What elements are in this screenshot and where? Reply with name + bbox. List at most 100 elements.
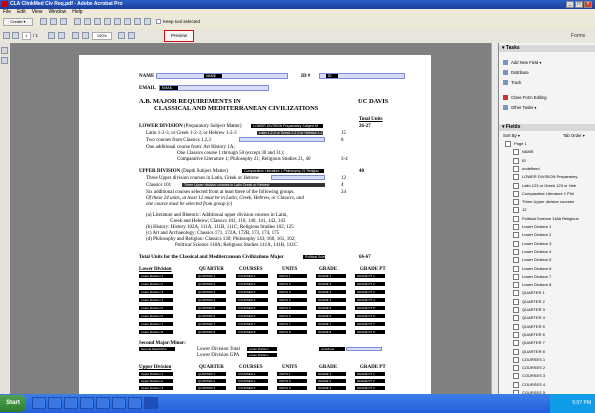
- lower-quarter-field[interactable]: QUARTER 1: [196, 274, 226, 278]
- dropdown-tool-icon[interactable]: [114, 18, 121, 25]
- lower-units-field[interactable]: UNITS 4: [277, 298, 307, 302]
- lower-quarter-field[interactable]: QUARTER 4: [196, 298, 226, 302]
- button-tool-icon[interactable]: [124, 18, 131, 25]
- classics-101-field[interactable]: Three Upper division courses in Latin Gr…: [182, 183, 325, 187]
- lower-units-field[interactable]: UNITS 5: [277, 306, 307, 310]
- id-field[interactable]: ID: [319, 73, 405, 79]
- lower-grade-field[interactable]: GRADE 6: [316, 314, 346, 318]
- upper-division-field[interactable]: Comparative Literature 1 Philosophy 21 R…: [242, 169, 324, 173]
- lower-gradept-field[interactable]: GRADE PT 8: [355, 330, 385, 334]
- field-list-item[interactable]: COURSES 3: [513, 373, 545, 379]
- field-list-item[interactable]: COURSES 1: [513, 357, 545, 363]
- field-list-item[interactable]: Lower Division 2: [513, 232, 551, 238]
- total-units-field[interactable]: Political Science: [303, 255, 325, 259]
- lower-grade-field[interactable]: GRADE 5: [316, 306, 346, 310]
- lower-division-row-field[interactable]: Lower Division 8: [139, 330, 173, 334]
- digital-signature-icon[interactable]: [134, 18, 141, 25]
- upper-quarter-field[interactable]: QUARTER 1: [196, 372, 226, 376]
- upper-gradept-field[interactable]: GRADE PT 3: [355, 386, 385, 390]
- ld-gpa-field[interactable]: Lower Division: [247, 353, 277, 357]
- upper-units-field[interactable]: UNITS 1: [277, 372, 307, 376]
- page-number-input[interactable]: 1: [22, 32, 31, 40]
- keep-tool-checkbox[interactable]: [156, 19, 161, 24]
- save-icon[interactable]: [50, 18, 57, 25]
- maximize-button[interactable]: □: [575, 1, 583, 8]
- barcode-icon[interactable]: [144, 18, 151, 25]
- field-list-item[interactable]: Comparative Literature 1 Phil: [513, 191, 574, 197]
- upper-grade-field[interactable]: GRADE 1: [316, 372, 346, 376]
- fields-heading[interactable]: ▾ Fields: [499, 124, 595, 131]
- taskbar-app-3[interactable]: [64, 397, 78, 409]
- hand-tool-icon[interactable]: [48, 32, 55, 39]
- field-list-item[interactable]: QUARTER 4: [513, 315, 545, 321]
- print-icon[interactable]: [60, 18, 67, 25]
- upper-quarter-field[interactable]: QUARTER 3: [196, 386, 226, 390]
- lower-grade-field[interactable]: GRADE 8: [316, 330, 346, 334]
- taskbar-app-4[interactable]: [80, 397, 94, 409]
- close-button[interactable]: ×: [584, 1, 592, 8]
- lower-division-row-field[interactable]: Lower Division 4: [139, 298, 173, 302]
- upper-division-row-field[interactable]: Upper Division 1: [139, 372, 173, 376]
- fit-page-icon[interactable]: [118, 32, 125, 39]
- undefined-field[interactable]: undefined: [319, 347, 345, 351]
- latin-field[interactable]: Latin 1-2-3 or Greek 1-2-3 or Hebrew 1-2…: [257, 131, 323, 135]
- lower-gradept-field[interactable]: GRADE PT 1: [355, 274, 385, 278]
- create-button[interactable]: Create ▾: [3, 18, 33, 26]
- lower-grade-field[interactable]: GRADE 4: [316, 298, 346, 302]
- two-courses-field[interactable]: [239, 137, 325, 142]
- start-button[interactable]: Start: [0, 395, 26, 412]
- field-list-item[interactable]: Lower Division 5: [513, 257, 551, 263]
- lower-gradept-field[interactable]: GRADE PT 5: [355, 306, 385, 310]
- field-list-item[interactable]: Political Science 118A Religious: [513, 216, 579, 222]
- upper-division-row-field[interactable]: Upper Division 2: [139, 379, 173, 383]
- lower-quarter-field[interactable]: QUARTER 7: [196, 322, 226, 326]
- lower-courses-field[interactable]: COURSES 8: [236, 330, 268, 334]
- distribute-task[interactable]: Distribute: [503, 70, 529, 76]
- other-tasks-task[interactable]: Other Tasks ▾: [503, 105, 537, 111]
- lower-courses-field[interactable]: COURSES 3: [236, 290, 268, 294]
- field-list-item[interactable]: Lower Division 3: [513, 241, 551, 247]
- sort-by-control[interactable]: Sort By ▾: [503, 133, 520, 138]
- next-page-icon[interactable]: [12, 32, 19, 39]
- field-list-item[interactable]: 12: [513, 207, 526, 213]
- taskbar-app-1[interactable]: [32, 397, 46, 409]
- taskbar-app-6[interactable]: [112, 397, 126, 409]
- field-list-item[interactable]: Lower Division 6: [513, 266, 551, 272]
- zoom-out-icon[interactable]: [72, 32, 79, 39]
- open-icon[interactable]: [40, 18, 47, 25]
- lower-division-row-field[interactable]: Lower Division 6: [139, 314, 173, 318]
- menu-help[interactable]: Help: [69, 9, 85, 16]
- lower-units-field[interactable]: UNITS 8: [277, 330, 307, 334]
- lower-grade-field[interactable]: GRADE 2: [316, 282, 346, 286]
- lower-division-row-field[interactable]: Lower Division 3: [139, 290, 173, 294]
- upper-gradept-field[interactable]: GRADE PT 1: [355, 372, 385, 376]
- lower-courses-field[interactable]: COURSES 7: [236, 322, 268, 326]
- field-list-item[interactable]: ID: [513, 158, 526, 164]
- lower-units-field[interactable]: UNITS 7: [277, 322, 307, 326]
- name-field[interactable]: NAME: [156, 73, 288, 79]
- upper-courses-field[interactable]: COURSES 2: [236, 379, 268, 383]
- field-list-item[interactable]: Page 1: [505, 141, 527, 147]
- field-list-item[interactable]: Lower Division 1: [513, 224, 551, 230]
- lower-quarter-field[interactable]: QUARTER 3: [196, 290, 226, 294]
- menu-file[interactable]: File: [0, 9, 14, 16]
- second-major-field[interactable]: Second MajorMinor: [139, 347, 175, 351]
- field-list-item[interactable]: QUARTER 1: [513, 290, 545, 296]
- field-list-item[interactable]: Lower Division 7: [513, 274, 551, 280]
- lower-courses-field[interactable]: COURSES 1: [236, 274, 268, 278]
- field-list-item[interactable]: Lower Division 4: [513, 249, 551, 255]
- list-box-icon[interactable]: [104, 18, 111, 25]
- upper-quarter-field[interactable]: QUARTER 2: [196, 379, 226, 383]
- ld-total-field[interactable]: Lower Division: [247, 347, 277, 351]
- upper-units-field[interactable]: UNITS 2: [277, 379, 307, 383]
- lower-gradept-field[interactable]: GRADE PT 2: [355, 282, 385, 286]
- lower-courses-field[interactable]: COURSES 6: [236, 314, 268, 318]
- lower-quarter-field[interactable]: QUARTER 5: [196, 306, 226, 310]
- lower-courses-field[interactable]: COURSES 2: [236, 282, 268, 286]
- menu-edit[interactable]: Edit: [14, 9, 29, 16]
- lower-grade-field[interactable]: GRADE 3: [316, 290, 346, 294]
- field-list-item[interactable]: QUARTER 7: [513, 340, 545, 346]
- fit-width-icon[interactable]: [128, 32, 135, 39]
- lower-grade-field[interactable]: GRADE 1: [316, 274, 346, 278]
- lower-grade-field[interactable]: GRADE 7: [316, 322, 346, 326]
